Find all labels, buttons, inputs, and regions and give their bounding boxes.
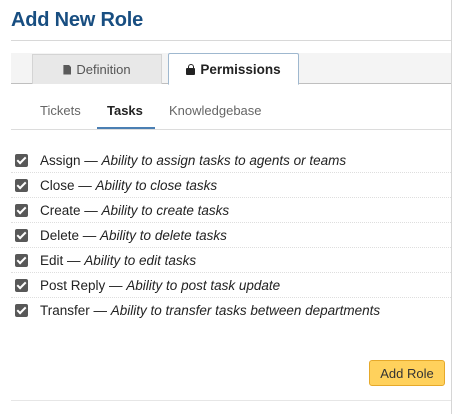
permission-list: Assign — Ability to assign tasks to agen… — [11, 148, 451, 323]
tab-definition-label: Definition — [76, 62, 131, 77]
permission-name: Close — [40, 177, 75, 193]
tab-definition[interactable]: Definition — [32, 54, 162, 84]
permission-separator: — — [74, 177, 96, 193]
add-role-dialog: Add New Role Definition Permissions Tick… — [0, 0, 452, 414]
permission-name: Create — [40, 202, 81, 218]
permission-row-transfer: Transfer — Ability to transfer tasks bet… — [11, 298, 451, 323]
permission-checkbox[interactable] — [15, 203, 28, 217]
permission-checkbox[interactable] — [15, 278, 28, 292]
permission-description: Ability to assign tasks to agents or tea… — [101, 152, 347, 168]
permission-description: Ability to delete tasks — [100, 227, 227, 243]
permission-name: Delete — [40, 227, 80, 243]
permission-checkbox[interactable] — [15, 304, 28, 317]
permission-separator: — — [80, 202, 102, 218]
title-divider — [11, 40, 451, 41]
permission-separator: — — [105, 277, 127, 293]
permission-row-post-reply: Post Reply — Ability to post task update — [11, 273, 451, 298]
permission-row-edit: Edit — Ability to edit tasks — [11, 248, 451, 273]
permission-description: Ability to post task update — [126, 277, 281, 293]
permission-checkbox[interactable] — [15, 253, 28, 267]
subtab-tickets[interactable]: Tickets — [40, 103, 81, 118]
subtab-knowledgebase[interactable]: Knowledgebase — [169, 103, 262, 118]
subtabs-divider — [11, 129, 451, 130]
permission-name: Transfer — [40, 303, 90, 318]
permission-description: Ability to close tasks — [95, 177, 218, 193]
permission-description: Ability to transfer tasks between depart… — [110, 303, 381, 318]
tab-permissions-label: Permissions — [200, 61, 281, 77]
permission-separator: — — [79, 227, 101, 243]
permission-separator: — — [80, 152, 102, 168]
subtab-tasks[interactable]: Tasks — [107, 103, 143, 118]
lock-icon — [186, 63, 196, 75]
permission-checkbox[interactable] — [15, 228, 28, 242]
permission-name: Post Reply — [40, 277, 106, 293]
permission-row-assign: Assign — Ability to assign tasks to agen… — [11, 148, 451, 173]
permission-separator: — — [89, 303, 111, 318]
permission-checkbox[interactable] — [15, 178, 28, 192]
footer-divider — [11, 400, 451, 401]
permission-row-create: Create — Ability to create tasks — [11, 198, 451, 223]
permission-name: Edit — [40, 252, 64, 268]
permission-row-delete: Delete — Ability to delete tasks — [11, 223, 451, 248]
permission-checkbox[interactable] — [15, 153, 28, 167]
permission-row-close: Close — Ability to close tasks — [11, 173, 451, 198]
permission-description: Ability to edit tasks — [84, 252, 197, 268]
tab-permissions[interactable]: Permissions — [168, 53, 299, 85]
permission-separator: — — [63, 252, 85, 268]
add-role-button[interactable]: Add Role — [369, 360, 445, 386]
permission-description: Ability to create tasks — [101, 202, 230, 218]
permission-name: Assign — [40, 152, 81, 168]
document-icon — [63, 64, 72, 75]
dialog-title: Add New Role — [11, 9, 144, 31]
